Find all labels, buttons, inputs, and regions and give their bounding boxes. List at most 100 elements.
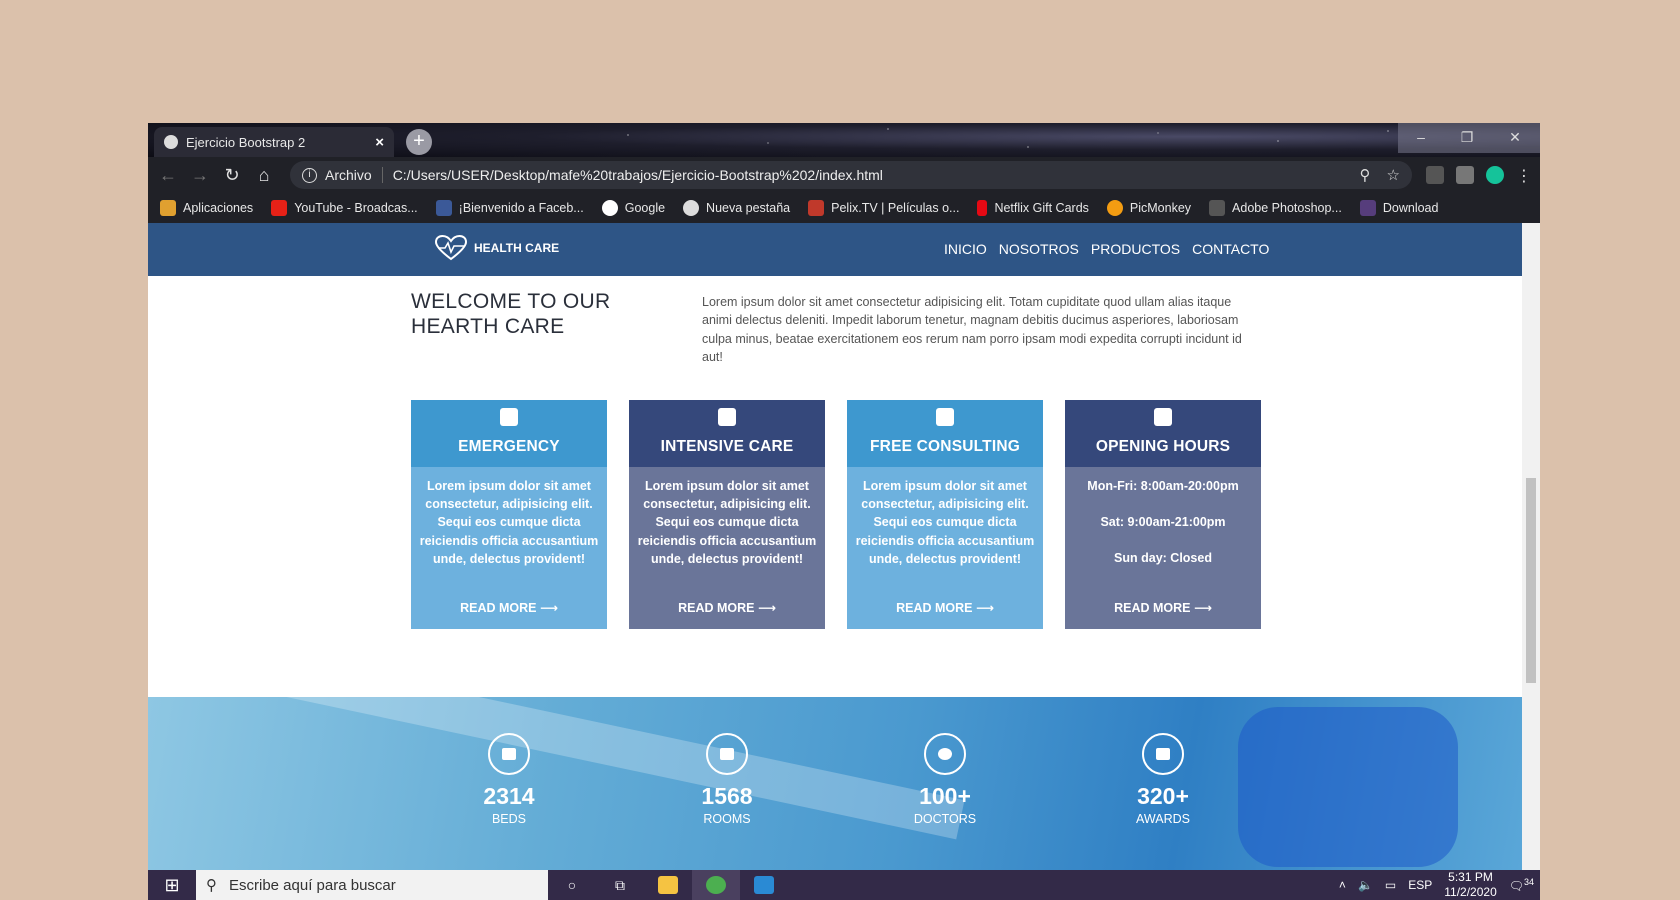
bookmark-item[interactable]: Download: [1359, 200, 1438, 216]
picmonkey-icon: [1106, 200, 1123, 216]
card-title: EMERGENCY: [458, 438, 560, 455]
brand-name: HEALTH CARE: [474, 241, 560, 255]
nav-links: INICIO NOSOTROS PRODUCTOS CONTACTO: [944, 241, 1269, 257]
stat-value: 320+: [1137, 783, 1189, 809]
photoshop-icon: [1209, 200, 1226, 216]
forward-button[interactable]: →: [184, 165, 216, 186]
apps-icon: [160, 200, 176, 216]
url-text[interactable]: C:/Users/USER/Desktop/mafe%20trabajos/Ej…: [393, 167, 1344, 183]
bed-icon: [488, 733, 530, 775]
bookmark-item[interactable]: Pelix.TV | Películas o...: [808, 200, 959, 216]
welcome-heading: WELCOME TO OUR HEARTH CARE: [411, 289, 641, 339]
browser-tab[interactable]: Ejercicio Bootstrap 2 ×: [154, 127, 394, 157]
bookmark-item[interactable]: PicMonkey: [1106, 200, 1191, 216]
file-explorer-icon[interactable]: [644, 870, 692, 900]
bookmarks-bar: Aplicaciones YouTube - Broadcas... ¡Bien…: [148, 193, 1540, 223]
trophy-icon: [1142, 733, 1184, 775]
grammarly-icon[interactable]: [1486, 166, 1504, 184]
cortana-icon[interactable]: ○: [548, 870, 596, 900]
task-view-icon[interactable]: ⧉: [596, 870, 644, 900]
globe-icon: [683, 200, 700, 216]
bookmark-item[interactable]: Adobe Photoshop...: [1209, 200, 1342, 216]
address-bar[interactable]: i Archivo C:/Users/USER/Desktop/mafe%20t…: [290, 161, 1412, 189]
bookmark-item[interactable]: Netflix Gift Cards: [977, 200, 1089, 216]
menu-icon[interactable]: ⋮: [1516, 166, 1532, 185]
youtube-icon: [271, 200, 288, 216]
system-tray: ˄ 🔈 ▭ ESP 5:31 PM 11/2/2020 🗨34: [1339, 870, 1540, 900]
read-more-link[interactable]: READ MORE ⟶: [629, 600, 825, 615]
nav-nosotros[interactable]: NOSOTROS: [999, 241, 1079, 257]
maximize-button[interactable]: ❐: [1444, 123, 1490, 153]
nav-contacto[interactable]: CONTACTO: [1192, 241, 1269, 257]
new-tab-button[interactable]: +: [406, 129, 432, 155]
taskbar-search[interactable]: ⚲ Escribe aquí para buscar: [196, 870, 548, 900]
chat-icon: [1154, 408, 1172, 426]
hours-sunday: Sun day: Closed: [1114, 551, 1212, 566]
stat-value: 1568: [701, 783, 753, 809]
stat-awards: 320+ AWARDS: [1103, 733, 1223, 826]
nav-productos[interactable]: PRODUCTOS: [1091, 241, 1180, 257]
bookmark-item[interactable]: ¡Bienvenido a Faceb...: [435, 200, 584, 216]
bookmark-item[interactable]: Aplicaciones: [160, 200, 253, 216]
chrome-icon[interactable]: [692, 870, 740, 900]
bootstrap-icon: [1359, 200, 1376, 216]
stat-label: ROOMS: [703, 812, 751, 826]
site-navbar: HEALTH CARE INICIO NOSOTROS PRODUCTOS CO…: [148, 223, 1522, 276]
home-button[interactable]: ⌂: [248, 165, 280, 186]
windows-start-icon[interactable]: ⊞: [148, 875, 196, 896]
medical-cross-icon: [500, 408, 518, 426]
globe-icon: [164, 135, 178, 149]
tab-strip: Ejercicio Bootstrap 2 × + – ❐ ✕: [148, 123, 1540, 157]
welcome-line-2: HEARTH CARE: [411, 315, 565, 338]
card-title: FREE CONSULTING: [870, 438, 1020, 455]
shield-check-icon: [936, 408, 954, 426]
extension-icon[interactable]: [1456, 166, 1474, 184]
google-icon: [601, 200, 618, 216]
card-header: EMERGENCY: [411, 400, 607, 467]
chevron-up-icon[interactable]: ˄: [1339, 878, 1346, 892]
bookmark-item[interactable]: Google: [601, 200, 665, 216]
stat-label: BEDS: [491, 812, 527, 826]
vscode-icon[interactable]: [740, 870, 788, 900]
card-title: OPENING HOURS: [1095, 438, 1231, 455]
service-card-emergency: EMERGENCY Lorem ipsum dolor sit amet con…: [411, 400, 607, 629]
volume-icon[interactable]: 🔈: [1358, 878, 1373, 892]
close-window-button[interactable]: ✕: [1490, 123, 1540, 153]
bookmark-item[interactable]: Nueva pestaña: [683, 200, 790, 216]
bookmark-item[interactable]: YouTube - Broadcas...: [271, 200, 418, 216]
back-button[interactable]: ←: [152, 165, 184, 186]
read-more-link[interactable]: READ MORE ⟶: [847, 600, 1043, 615]
welcome-line-1: WELCOME TO OUR: [411, 290, 611, 313]
stat-beds: 2314 BEDS: [449, 733, 569, 826]
clock-time: 5:31 PM: [1448, 870, 1493, 884]
scrollbar-thumb[interactable]: [1526, 478, 1536, 683]
notification-count: 34: [1523, 877, 1534, 887]
minimize-button[interactable]: –: [1398, 123, 1444, 153]
site-logo[interactable]: HEALTH CARE: [434, 235, 559, 261]
tab-title: Ejercicio Bootstrap 2: [186, 134, 306, 150]
stat-label: DOCTORS: [913, 812, 977, 826]
hours-saturday: Sat: 9:00am-21:00pm: [1100, 515, 1226, 530]
intro-text: Lorem ipsum dolor sit amet consectetur a…: [702, 295, 1242, 364]
network-icon[interactable]: ▭: [1385, 878, 1396, 892]
service-card-opening-hours: OPENING HOURS Mon-Fri: 8:00am-20:00pm Sa…: [1065, 400, 1261, 629]
nav-inicio[interactable]: INICIO: [944, 241, 987, 257]
read-more-link[interactable]: READ MORE ⟶: [411, 600, 607, 615]
page-scrollbar[interactable]: [1522, 223, 1540, 870]
netflix-icon: [977, 200, 988, 216]
extension-icon[interactable]: [1426, 166, 1444, 184]
divider: [381, 167, 383, 183]
browser-toolbar: ← → ↻ ⌂ i Archivo C:/Users/USER/Desktop/…: [148, 157, 1540, 193]
tab-close-button[interactable]: ×: [375, 134, 384, 151]
reload-button[interactable]: ↻: [216, 165, 248, 186]
clock[interactable]: 5:31 PM 11/2/2020: [1444, 870, 1497, 900]
zoom-icon[interactable]: ⚲: [1360, 166, 1371, 184]
hours-weekday: Mon-Fri: 8:00am-20:00pm: [1087, 479, 1239, 493]
language-indicator[interactable]: ESP: [1408, 878, 1432, 892]
read-more-link[interactable]: READ MORE ⟶: [1065, 600, 1261, 615]
notifications-icon[interactable]: 🗨34: [1509, 877, 1534, 893]
bookmark-star-icon[interactable]: ☆: [1387, 166, 1400, 184]
info-icon[interactable]: i: [302, 167, 317, 183]
scheme-label: Archivo: [325, 167, 372, 183]
stat-doctors: 100+ DOCTORS: [885, 733, 1005, 826]
